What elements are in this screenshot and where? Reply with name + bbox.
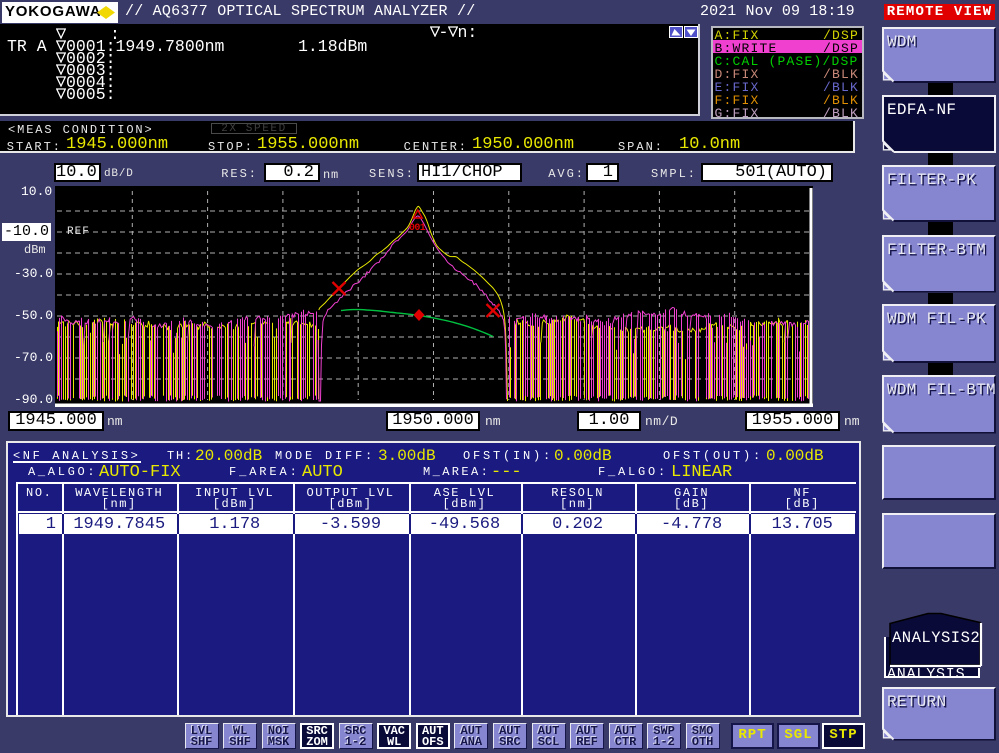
svg-text:001: 001 — [409, 223, 426, 234]
